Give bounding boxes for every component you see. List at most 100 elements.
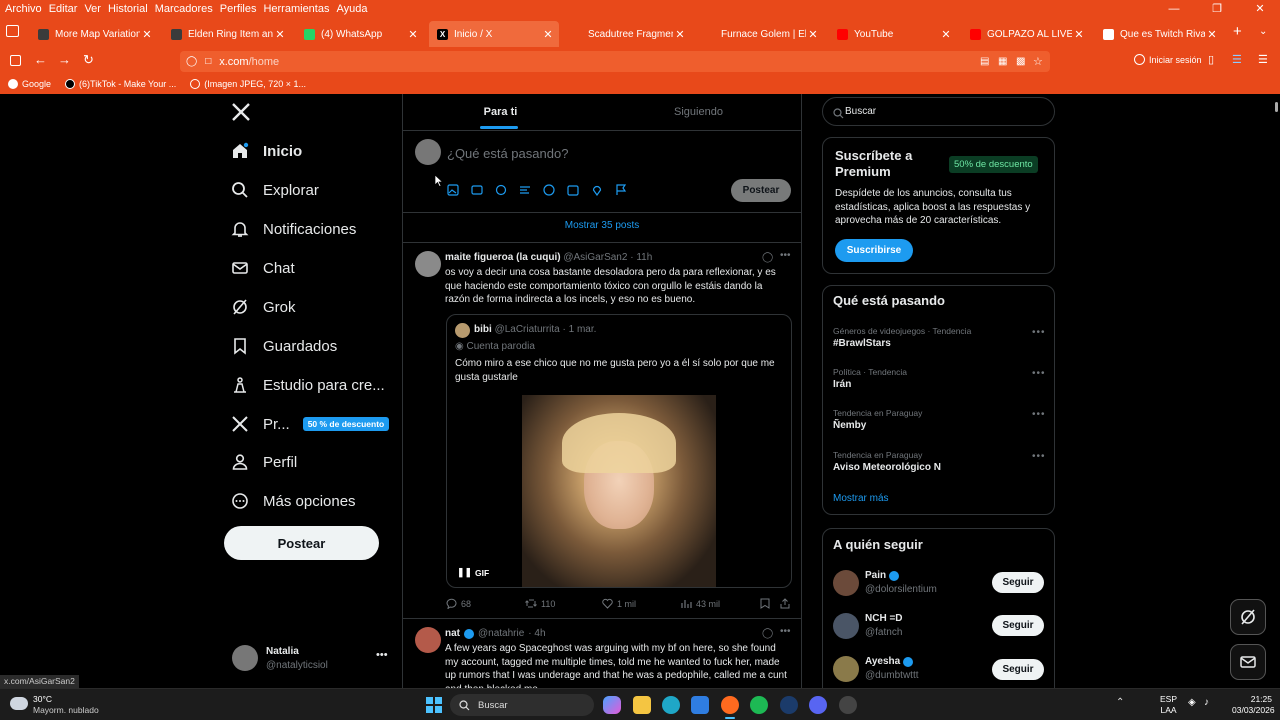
composer-input[interactable]: ¿Qué está pasando? — [447, 146, 568, 161]
close-tab-icon[interactable]: ✕ — [1072, 28, 1086, 41]
tab-para-ti[interactable]: Para ti — [403, 94, 598, 130]
trend-item[interactable]: #BrawlStars — [833, 338, 891, 349]
browser-tab[interactable]: (4) WhatsApp ✕ — [296, 21, 424, 47]
sidebar-item-guardados[interactable]: Guardados — [231, 334, 337, 358]
close-tab-icon[interactable]: ✕ — [541, 28, 555, 41]
bookmark-tweet-icon[interactable] — [760, 598, 774, 609]
follow-button[interactable]: Seguir — [992, 615, 1044, 636]
clock[interactable]: 21:25 03/03/2026 — [1232, 694, 1275, 716]
follow-button[interactable]: Seguir — [992, 659, 1044, 680]
tweet-more-icon[interactable]: ••• — [780, 250, 791, 261]
reader-icon[interactable]: ▤ — [980, 56, 989, 67]
screenshot-icon[interactable]: ▦ — [998, 56, 1007, 67]
close-tab-icon[interactable]: ✕ — [806, 28, 820, 41]
tab-siguiendo[interactable]: Siguiendo — [601, 94, 796, 130]
steam-icon[interactable] — [780, 696, 798, 714]
reload-icon[interactable]: ↻ — [83, 52, 94, 68]
minimize-icon[interactable]: — — [1156, 0, 1192, 18]
menu-editar[interactable]: Editar — [49, 3, 78, 15]
follow-suggestion-name[interactable]: NCH =D — [865, 613, 903, 624]
close-tab-icon[interactable]: ✕ — [406, 28, 420, 41]
language-indicator[interactable]: ESP LAA — [1160, 694, 1177, 716]
account-switcher[interactable]: Natalia @natalyticsiol ••• — [224, 639, 394, 679]
tweet-author-name[interactable]: maite figueroa (la cuqui) — [445, 252, 561, 263]
like-button[interactable]: 1 mil — [602, 598, 636, 609]
bookmark-star-icon[interactable]: ☆ — [1033, 55, 1043, 68]
file-explorer-icon[interactable] — [633, 696, 651, 714]
share-icon[interactable] — [780, 598, 794, 609]
menu-archivo[interactable]: Archivo — [5, 3, 42, 15]
browser-tab[interactable]: Furnace Golem | Elden Rin✕ — [696, 21, 824, 47]
avatar[interactable] — [833, 613, 859, 639]
avatar[interactable] — [833, 656, 859, 682]
copilot-icon[interactable] — [603, 696, 621, 714]
firefox-icon[interactable] — [721, 696, 739, 714]
extensions-icon[interactable]: ▯ — [1208, 53, 1214, 66]
volume-icon[interactable]: ♪ — [1204, 697, 1209, 708]
trend-more-icon[interactable]: ••• — [1032, 368, 1046, 379]
avatar[interactable] — [415, 251, 441, 277]
follow-suggestion-name[interactable]: Pain — [865, 570, 900, 581]
lock-icon[interactable]: □ — [205, 56, 211, 67]
tweet-author-handle[interactable]: @AsiGarSan2 — [563, 252, 627, 263]
tweet-more-icon[interactable]: ••• — [780, 626, 791, 637]
weather-desc[interactable]: Mayorm. nublado — [33, 705, 99, 715]
views-button[interactable]: 43 mil — [681, 598, 720, 609]
browser-tab[interactable]: Que es Twitch Rivals - Goo✕ — [1095, 21, 1223, 47]
menu-historial[interactable]: Historial — [108, 3, 148, 15]
store-icon[interactable] — [691, 696, 709, 714]
trend-item[interactable]: Irán — [833, 379, 851, 390]
discord-icon[interactable] — [809, 696, 827, 714]
schedule-icon[interactable] — [567, 183, 579, 201]
browser-tab[interactable]: YouTube ✕ — [829, 21, 957, 47]
trend-more-icon[interactable]: ••• — [1032, 327, 1046, 338]
search-input[interactable]: Buscar — [845, 106, 876, 117]
sidebar-item-explorar[interactable]: Explorar — [231, 178, 319, 202]
x-logo-icon[interactable] — [231, 102, 251, 127]
close-tab-icon[interactable]: ✕ — [1205, 28, 1219, 41]
reply-button[interactable]: 68 — [446, 598, 471, 609]
trend-item[interactable]: Ñemby — [833, 420, 866, 431]
poll-icon[interactable] — [519, 183, 531, 201]
menu-herramientas[interactable]: Herramientas — [263, 3, 329, 15]
search-box[interactable]: Buscar — [822, 97, 1055, 126]
tweet[interactable]: nat @natahrie · 4h ◯ ••• A few years ago… — [403, 619, 801, 688]
follow-button[interactable]: Seguir — [992, 572, 1044, 593]
shield-icon[interactable]: ◯ — [186, 56, 197, 67]
scrollbar-thumb[interactable] — [1275, 102, 1278, 112]
gif-pause-icon[interactable]: ❚❚ — [457, 567, 472, 578]
browser-tab[interactable]: More Map Variations at El✕ — [30, 21, 158, 47]
trend-item[interactable]: Aviso Meteorológico N — [833, 462, 941, 473]
sidebar-item-grok[interactable]: Grok — [231, 295, 296, 319]
messages-floating-button[interactable] — [1230, 644, 1266, 680]
menu-perfiles[interactable]: Perfiles — [220, 3, 257, 15]
follow-suggestion-name[interactable]: Ayesha — [865, 656, 914, 667]
tweet[interactable]: maite figueroa (la cuqui) @AsiGarSan2 · … — [403, 243, 801, 617]
close-tab-icon[interactable]: ✕ — [939, 28, 953, 41]
sidebar-item-inicio[interactable]: Inicio — [231, 139, 302, 163]
sidebar-item-mas-opciones[interactable]: Más opciones — [231, 489, 356, 513]
bookmark-image[interactable]: (Imagen JPEG, 720 × 1... — [190, 79, 306, 89]
windows-start-icon[interactable] — [426, 697, 442, 713]
spotify-icon[interactable] — [750, 696, 768, 714]
wifi-icon[interactable]: ◈ — [1188, 697, 1196, 708]
tab-overview-icon[interactable] — [6, 25, 19, 37]
tweet-time[interactable]: · 4h — [528, 628, 545, 639]
show-more-link[interactable]: Mostrar más — [833, 493, 889, 504]
sidebar-item-perfil[interactable]: Perfil — [231, 450, 297, 474]
emoji-icon[interactable] — [543, 183, 555, 201]
tab-list-icon[interactable]: ⌄ — [1259, 26, 1267, 37]
tweet-author-name[interactable]: nat — [445, 628, 460, 639]
close-window-icon[interactable]: ✕ — [1242, 0, 1278, 18]
grok-floating-button[interactable] — [1230, 599, 1266, 635]
back-icon[interactable]: ← — [34, 52, 47, 67]
show-posts-link[interactable]: Mostrar 35 posts — [403, 220, 801, 231]
quote-gif-media[interactable] — [522, 395, 716, 587]
tweet-time[interactable]: · 11h — [630, 252, 652, 263]
location-icon[interactable] — [591, 183, 603, 201]
flag-icon[interactable] — [615, 183, 627, 201]
app-menu-icon[interactable]: ☰ — [1258, 53, 1268, 66]
new-tab-icon[interactable]: + — [1233, 23, 1242, 40]
browser-tab[interactable]: Elden Ring Item and Enem✕ — [163, 21, 291, 47]
restore-icon[interactable]: ❐ — [1199, 0, 1235, 18]
